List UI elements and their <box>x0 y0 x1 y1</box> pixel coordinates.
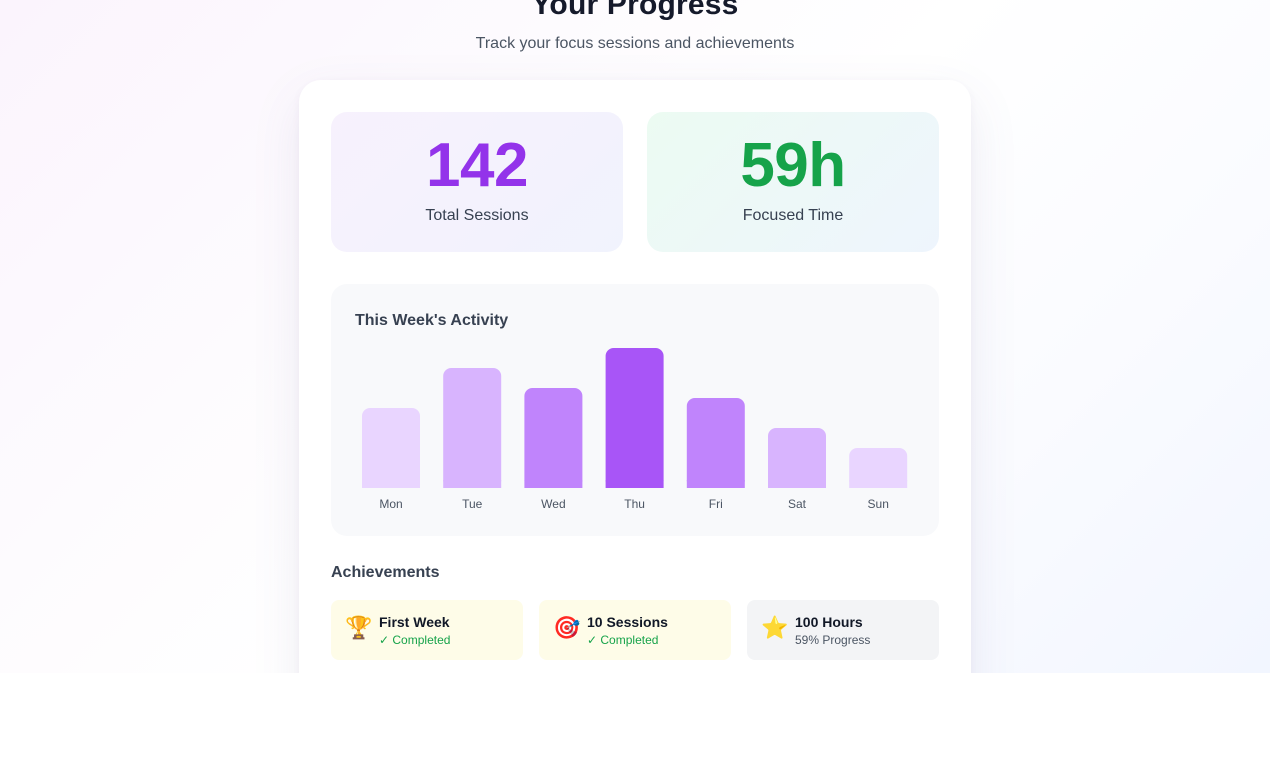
day-label-sat: Sat <box>788 497 807 511</box>
total-sessions-value: 142 <box>426 131 528 200</box>
bar-tue <box>443 368 502 488</box>
page-title: Your Progress <box>531 0 739 21</box>
weekly-activity-panel: This Week's Activity Mon Tue Wed Thu Fri Sat S… <box>331 284 939 536</box>
achievement-name: First Week <box>379 614 450 630</box>
bar-base-wed <box>524 480 583 488</box>
focused-time-value: 59h <box>740 131 846 200</box>
achievement-name: 10 Sessions <box>587 614 668 630</box>
bar-thu <box>605 348 664 488</box>
progress-card: 142 Total Sessions 59h Focused Time This… <box>299 80 971 673</box>
day-label-sun: Sun <box>868 497 889 511</box>
page-subtitle: Track your focus sessions and achievemen… <box>475 35 795 52</box>
bar-base-tue <box>443 480 502 488</box>
bar-sat <box>768 428 826 488</box>
trophy-icon: 🏆 <box>345 616 373 641</box>
achievement-status: ✓ Completed <box>379 633 451 647</box>
focused-time-label: Focused Time <box>742 207 844 224</box>
target-icon: 🎯 <box>553 616 581 641</box>
app-viewport: Your Progress Track your focus sessions … <box>0 0 1270 673</box>
bar-base-sun <box>849 480 908 488</box>
bar-fri <box>686 398 745 488</box>
achievement-status: 59% Progress <box>795 633 871 647</box>
total-sessions-stat: 142 Total Sessions <box>331 112 623 252</box>
bar-wed <box>524 388 583 488</box>
bar-mon <box>362 408 420 488</box>
total-sessions-label: Total Sessions <box>425 207 529 224</box>
focused-time-stat: 59h Focused Time <box>647 112 939 252</box>
achievement-name: 100 Hours <box>795 614 863 630</box>
weekly-activity-chart: Mon Tue Wed Thu Fri Sat Sun <box>362 348 908 511</box>
star-icon: ⭐ <box>761 616 789 641</box>
day-label-mon: Mon <box>379 497 402 511</box>
bar-base-mon <box>362 480 420 488</box>
achievement-100-hours[interactable]: ⭐ 100 Hours 59% Progress <box>747 600 939 660</box>
achievement-first-week[interactable]: 🏆 First Week ✓ Completed <box>331 600 523 660</box>
achievements-title: Achievements <box>331 564 440 581</box>
day-label-tue: Tue <box>462 497 483 511</box>
achievement-status: ✓ Completed <box>587 633 659 647</box>
bar-base-sat <box>768 480 826 488</box>
achievement-10-sessions[interactable]: 🎯 10 Sessions ✓ Completed <box>539 600 731 660</box>
bar-base-thu <box>605 480 664 488</box>
day-label-fri: Fri <box>709 497 723 511</box>
day-label-wed: Wed <box>541 497 565 511</box>
day-label-thu: Thu <box>624 497 645 511</box>
bar-base-fri <box>686 480 745 488</box>
